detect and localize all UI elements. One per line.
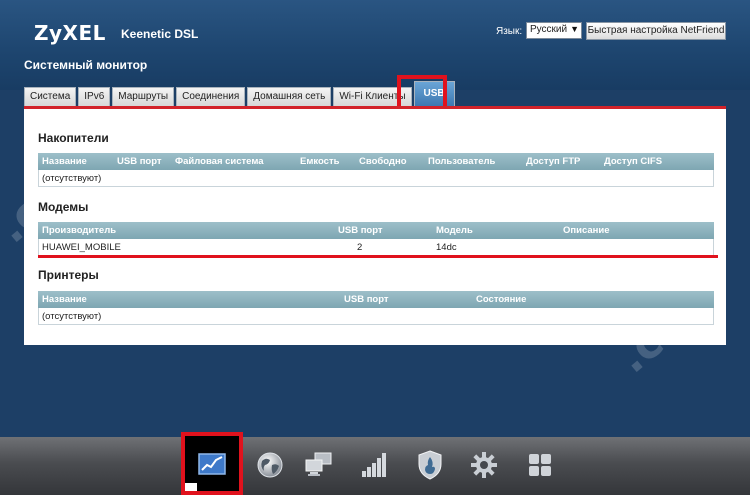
signal-bars-icon [362, 453, 386, 477]
tab-connections[interactable]: Соединения [176, 87, 246, 106]
column-header: Производитель [42, 225, 117, 236]
column-header: Название [42, 156, 87, 167]
zyxel-logo: ZyXEL [34, 21, 106, 45]
column-header: Доступ CIFS [604, 156, 663, 167]
empty-label: (отсутствуют) [42, 173, 102, 184]
column-header: Модель [436, 225, 473, 236]
nav-system-settings[interactable] [462, 444, 506, 486]
quick-setup-button[interactable]: Быстрая настройка NetFriend [586, 22, 726, 40]
chevron-down-icon: ▼ [570, 24, 579, 34]
tab-routes[interactable]: Маршруты [112, 87, 175, 106]
column-header: Свободно [359, 156, 407, 167]
column-header: Доступ FTP [526, 156, 581, 167]
tab-system[interactable]: Система [24, 87, 77, 106]
printers-table-header: Название USB порт Состояние [38, 291, 714, 308]
modem-vendor: HUAWEI_MOBILE [42, 242, 121, 253]
shield-icon [418, 450, 442, 480]
language-value: Русский [530, 24, 568, 35]
nav-internet[interactable] [248, 444, 292, 486]
storage-empty-row: (отсутствуют) [38, 170, 714, 187]
column-header: Файловая система [175, 156, 264, 167]
nav-wifi[interactable] [352, 444, 396, 486]
printers-empty-row: (отсутствуют) [38, 308, 714, 325]
column-header: Название [42, 294, 87, 305]
top-header: ZyXEL Keenetic DSL Язык: Русский ▼ Быстр… [0, 0, 750, 90]
device-model: Keenetic DSL [121, 27, 199, 41]
table-row[interactable]: HUAWEI_MOBILE 2 14dc [38, 239, 714, 256]
storage-title: Накопители [38, 131, 109, 145]
apps-grid-icon [529, 454, 551, 476]
page-title: Системный монитор [24, 58, 148, 72]
network-computers-icon [305, 452, 332, 476]
empty-label: (отсутствуют) [42, 311, 102, 322]
column-header: Описание [563, 225, 610, 236]
bottom-nav-bar [0, 437, 750, 495]
usb-panel: Накопители Название USB порт Файловая си… [24, 106, 726, 345]
column-header: USB порт [117, 156, 162, 167]
modem-model: 14dc [436, 242, 457, 253]
column-header: Пользователь [428, 156, 496, 167]
nav-home-network[interactable] [298, 444, 342, 486]
column-header: USB порт [344, 294, 389, 305]
monitor-chart-icon [198, 453, 226, 475]
tab-home-network[interactable]: Домашняя сеть [247, 87, 332, 106]
corner-mark [185, 483, 197, 491]
column-header: Состояние [476, 294, 527, 305]
nav-system-monitor[interactable] [181, 432, 243, 495]
nav-applications[interactable] [518, 444, 562, 486]
modem-row-highlight [38, 255, 718, 258]
tab-ipv6[interactable]: IPv6 [78, 87, 111, 106]
modem-port: 2 [357, 242, 363, 253]
column-header: Емкость [300, 156, 340, 167]
modems-title: Модемы [38, 200, 89, 214]
language-select[interactable]: Русский ▼ [526, 22, 582, 39]
storage-table-header: Название USB порт Файловая система Емкос… [38, 153, 714, 170]
column-header: USB порт [338, 225, 383, 236]
globe-icon [257, 452, 283, 478]
tab-bar: Система IPv6 Маршруты Соединения Домашня… [24, 81, 457, 106]
printers-title: Принтеры [38, 268, 99, 282]
nav-security[interactable] [408, 444, 452, 486]
gear-icon [471, 452, 497, 478]
modems-table-header: Производитель USB порт Модель Описание [38, 222, 714, 239]
language-label: Язык: [496, 26, 523, 37]
